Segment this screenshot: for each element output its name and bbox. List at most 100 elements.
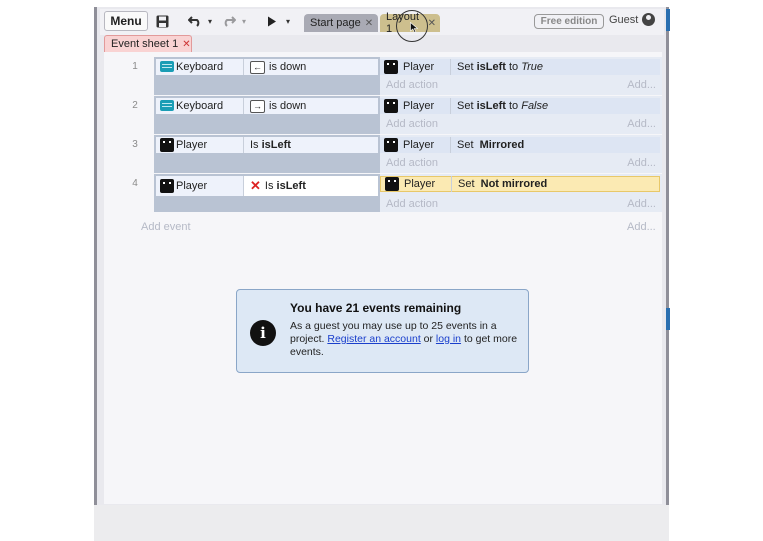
player-sprite-icon [160, 138, 174, 152]
event-number: 3 [132, 139, 138, 150]
action-connector: to [505, 100, 522, 112]
redo-icon[interactable] [220, 12, 238, 30]
variable-value: True [521, 61, 544, 73]
close-icon[interactable]: ✕ [365, 18, 373, 29]
event-number: 1 [132, 61, 138, 72]
action-verb: Set [457, 100, 477, 112]
user-avatar-icon[interactable] [642, 13, 655, 26]
object-name: Player [403, 100, 435, 112]
action-text: Set isLeft to True [451, 61, 543, 73]
events-remaining-notice: i You have 21 events remaining As a gues… [236, 289, 529, 373]
left-arrow-key-icon: ← [250, 60, 265, 74]
condition-description: is down [269, 61, 307, 73]
event-row[interactable]: 2 Keyboard → is down Player Set isLeft t… [104, 96, 662, 134]
event-row[interactable]: 3 Player Is isLeft Player Set Mirrored A… [104, 135, 662, 173]
add-action-link[interactable]: Add action [386, 79, 438, 91]
action-text: Set Mirrored [451, 139, 524, 151]
action-text: Set Not mirrored [452, 178, 547, 190]
object-name: Player [404, 178, 436, 190]
notice-title: You have 21 events remaining [290, 301, 462, 315]
login-link[interactable]: log in [436, 333, 461, 345]
action-verb: Set [458, 178, 478, 190]
play-icon[interactable] [265, 12, 279, 30]
condition-text: → is down [244, 98, 306, 114]
notice-body: As a guest you may use up to 25 events i… [290, 320, 520, 359]
condition-object: Player [156, 137, 244, 153]
undo-dropdown-icon[interactable]: ▾ [206, 12, 214, 30]
player-sprite-icon [384, 60, 398, 74]
object-name: Player [403, 139, 435, 151]
invert-x-icon: ✕ [250, 178, 261, 193]
user-label[interactable]: Guest [609, 14, 638, 26]
action-object: Player [380, 98, 451, 114]
variable-name: isLeft [261, 139, 291, 151]
notice-text: or [420, 333, 436, 345]
add-action-link[interactable]: Add action [386, 157, 438, 169]
object-name: Player [403, 61, 435, 73]
action-object: Player [380, 59, 451, 75]
add-more-link[interactable]: Add... [627, 118, 656, 130]
tab-label: Event sheet 1 [111, 38, 179, 50]
action[interactable]: Player Set isLeft to False [380, 98, 660, 114]
condition-verb: Is [250, 139, 259, 151]
object-name: Keyboard [176, 100, 224, 112]
bottom-bar [94, 505, 669, 541]
add-action-link[interactable]: Add action [386, 198, 438, 210]
object-name: Player [176, 180, 208, 192]
accent-strip-top [666, 9, 670, 31]
object-name: Player [176, 139, 208, 151]
action[interactable]: Player Set Mirrored [380, 137, 660, 153]
free-edition-badge[interactable]: Free edition [534, 14, 604, 29]
close-icon[interactable]: ✕ [428, 18, 436, 29]
save-icon[interactable] [154, 12, 170, 30]
condition[interactable]: Keyboard ← is down [156, 59, 378, 75]
keyboard-icon [160, 100, 174, 111]
condition[interactable]: Player Is isLeft [156, 137, 378, 153]
player-sprite-icon [385, 177, 399, 191]
condition[interactable]: Keyboard → is down [156, 98, 378, 114]
add-more-link[interactable]: Add... [627, 157, 656, 169]
undo-icon[interactable] [186, 12, 204, 30]
condition-text: Is isLeft [244, 137, 291, 153]
mouse-pointer-icon [410, 21, 419, 36]
condition-object: Keyboard [156, 59, 244, 75]
condition-text: ✕ Is isLeft [244, 176, 378, 196]
action-selected[interactable]: Player Set Not mirrored [380, 176, 660, 192]
variable-value: False [521, 100, 549, 112]
action-connector: to [505, 61, 522, 73]
right-arrow-key-icon: → [250, 99, 265, 113]
register-account-link[interactable]: Register an account [327, 333, 420, 345]
accent-strip-middle [666, 308, 670, 330]
player-sprite-icon [384, 138, 398, 152]
info-icon: i [250, 320, 276, 346]
redo-dropdown-icon[interactable]: ▾ [240, 12, 248, 30]
tab-label: Start page [310, 17, 361, 29]
add-event-more-link[interactable]: Add... [627, 221, 656, 233]
add-event-link[interactable]: Add event [141, 221, 191, 233]
add-action-link[interactable]: Add action [386, 118, 438, 130]
action-value: Not mirrored [480, 178, 548, 190]
event-row[interactable]: 4 Player ✕ Is isLeft Player Set Not mirro… [104, 174, 662, 212]
event-number: 2 [132, 100, 138, 111]
tab-start-page[interactable]: Start page ✕ [304, 14, 378, 32]
action-verb: Set [457, 61, 477, 73]
variable-name: isLeft [476, 100, 506, 112]
object-name: Keyboard [176, 61, 224, 73]
action-object: Player [380, 137, 451, 153]
player-sprite-icon [384, 99, 398, 113]
add-more-link[interactable]: Add... [627, 79, 656, 91]
action-text: Set isLeft to False [451, 100, 548, 112]
tab-event-sheet-1[interactable]: Event sheet 1 ✕ [104, 35, 192, 52]
event-number: 4 [132, 178, 138, 189]
play-dropdown-icon[interactable]: ▾ [284, 12, 292, 30]
action[interactable]: Player Set isLeft to True [380, 59, 660, 75]
condition[interactable]: Player ✕ Is isLeft [156, 176, 378, 196]
event-row[interactable]: 1 Keyboard ← is down Player Set isLeft t… [104, 57, 662, 95]
menu-button[interactable]: Menu [104, 11, 148, 31]
variable-name: isLeft [476, 61, 506, 73]
close-icon[interactable]: ✕ [182, 39, 190, 50]
condition-object: Player [156, 176, 244, 196]
condition-object: Keyboard [156, 98, 244, 114]
action-object: Player [381, 176, 452, 192]
add-more-link[interactable]: Add... [627, 198, 656, 210]
